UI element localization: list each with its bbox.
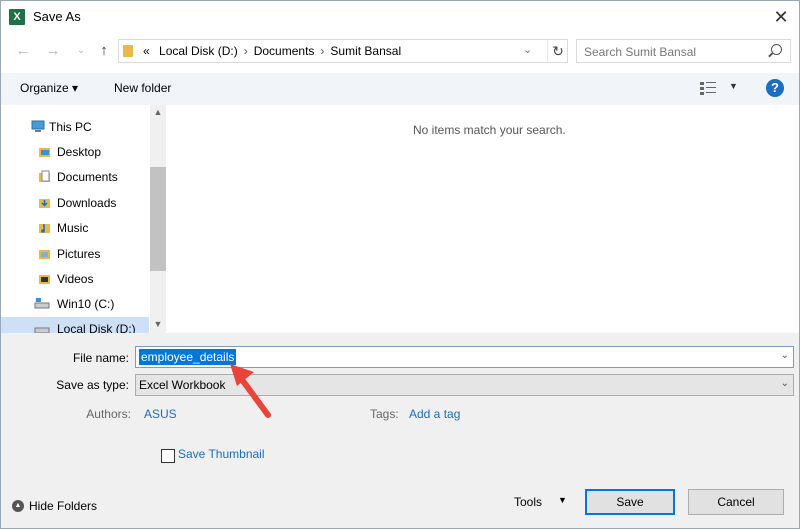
savetype-label: Save as type: — [56, 378, 129, 392]
breadcrumb-item-sumit-bansal[interactable]: Sumit Bansal — [330, 44, 401, 58]
nav-item-win10-c[interactable]: Win10 (C:) — [1, 292, 149, 316]
folder-icon — [123, 45, 133, 57]
breadcrumb-separator[interactable]: › — [320, 44, 324, 58]
organize-button[interactable]: Organize ▾ — [20, 81, 78, 95]
new-folder-button[interactable]: New folder — [114, 81, 171, 95]
drive-icon — [34, 297, 50, 310]
nav-item-label: Desktop — [57, 145, 102, 159]
back-arrow-icon[interactable]: ← — [13, 41, 33, 61]
tools-dropdown-icon[interactable]: ▼ — [558, 495, 567, 505]
save-thumbnail-label[interactable]: Save Thumbnail — [178, 447, 265, 461]
title-bar — [1, 1, 799, 33]
nav-item-label: This PC — [49, 120, 92, 134]
recent-locations-chevron-icon[interactable]: ⌄ — [71, 41, 91, 61]
save-as-type-value: Excel Workbook — [139, 378, 226, 392]
documents-icon — [38, 170, 51, 183]
videos-icon — [38, 272, 51, 285]
breadcrumb-separator[interactable]: › — [244, 44, 248, 58]
tags-label: Tags: — [370, 407, 399, 421]
pictures-icon — [38, 247, 51, 260]
search-box[interactable]: Search Sumit Bansal — [576, 39, 791, 63]
address-bar[interactable]: « Local Disk (D:) › Documents › Sumit Bansal… — [118, 39, 568, 63]
nav-item-desktop[interactable]: Desktop — [1, 140, 149, 164]
up-arrow-icon[interactable]: ↑ — [94, 41, 114, 61]
add-tag-link[interactable]: Add a tag — [409, 407, 460, 421]
scrollbar-thumb[interactable] — [150, 167, 166, 271]
authors-value[interactable]: ASUS — [144, 407, 177, 421]
nav-item-label: Videos — [57, 272, 94, 286]
help-icon[interactable]: ? — [766, 79, 784, 97]
authors-label: Authors: — [86, 407, 131, 421]
drive-icon — [34, 322, 50, 333]
nav-item-this-pc[interactable]: This PC — [1, 115, 149, 139]
save-as-type-select[interactable]: Excel Workbook ⌄ — [135, 374, 794, 396]
nav-item-local-disk-d[interactable]: Local Disk (D:) — [1, 317, 149, 333]
nav-item-label: Music — [57, 221, 89, 235]
window-title: Save As — [33, 9, 81, 24]
save-as-dialog: X Save As ✕ ← → ⌄ ↑ « Local Disk (D:) › Do… — [0, 0, 800, 529]
nav-item-videos[interactable]: Videos — [1, 267, 149, 291]
breadcrumb: « Local Disk (D:) › Documents › Sumit Bansal — [143, 44, 401, 58]
cancel-button[interactable]: Cancel — [688, 489, 784, 515]
nav-item-label: Pictures — [57, 247, 101, 261]
nav-item-label: Downloads — [57, 196, 117, 210]
chevron-down-icon[interactable]: ⌄ — [781, 378, 789, 389]
hide-folders-button[interactable]: Hide Folders — [29, 499, 97, 513]
nav-item-music[interactable]: Music — [1, 216, 149, 240]
search-icon[interactable] — [771, 44, 782, 55]
filename-input-value[interactable]: employee_details — [139, 349, 237, 365]
folder-icon — [38, 145, 51, 158]
search-input[interactable]: Search Sumit Bansal — [584, 45, 696, 59]
scroll-up-icon[interactable]: ▲ — [150, 107, 166, 117]
nav-item-label: Documents — [57, 170, 118, 184]
breadcrumb-overflow[interactable]: « — [143, 44, 150, 58]
refresh-icon[interactable]: ↻ — [547, 40, 568, 62]
tools-button[interactable]: Tools — [514, 495, 542, 509]
close-icon[interactable]: ✕ — [765, 5, 797, 29]
chevron-up-icon[interactable]: ▲ — [12, 500, 24, 512]
filename-field[interactable]: employee_details ⌄ — [135, 346, 794, 368]
filename-history-chevron-icon[interactable]: ⌄ — [781, 350, 789, 361]
empty-folder-message: No items match your search. — [413, 123, 566, 137]
nav-item-pictures[interactable]: Pictures — [1, 242, 149, 266]
forward-arrow-icon[interactable]: → — [43, 41, 63, 61]
breadcrumb-item-documents[interactable]: Documents — [254, 44, 315, 58]
scroll-down-icon[interactable]: ▼ — [150, 319, 166, 329]
save-button[interactable]: Save — [585, 489, 675, 515]
breadcrumb-item-local-disk[interactable]: Local Disk (D:) — [159, 44, 238, 58]
computer-icon — [31, 120, 45, 133]
music-icon — [38, 221, 51, 234]
excel-app-icon: X — [9, 9, 25, 25]
nav-item-downloads[interactable]: Downloads — [1, 191, 149, 215]
navigation-scrollbar[interactable]: ▲ ▼ — [150, 105, 166, 333]
navigation-pane: This PC Desktop Documents Downloads Musi… — [1, 105, 149, 333]
nav-item-label: Win10 (C:) — [57, 297, 115, 311]
nav-item-label: Local Disk (D:) — [57, 322, 136, 333]
nav-item-documents[interactable]: Documents — [1, 165, 149, 189]
change-view-icon[interactable] — [700, 81, 716, 95]
address-dropdown-chevron-icon[interactable]: ⌄ — [523, 43, 532, 56]
downloads-icon — [38, 196, 51, 209]
filename-label: File name: — [72, 351, 129, 365]
view-options-dropdown-icon[interactable]: ▼ — [729, 81, 738, 91]
save-thumbnail-checkbox[interactable] — [161, 449, 175, 463]
